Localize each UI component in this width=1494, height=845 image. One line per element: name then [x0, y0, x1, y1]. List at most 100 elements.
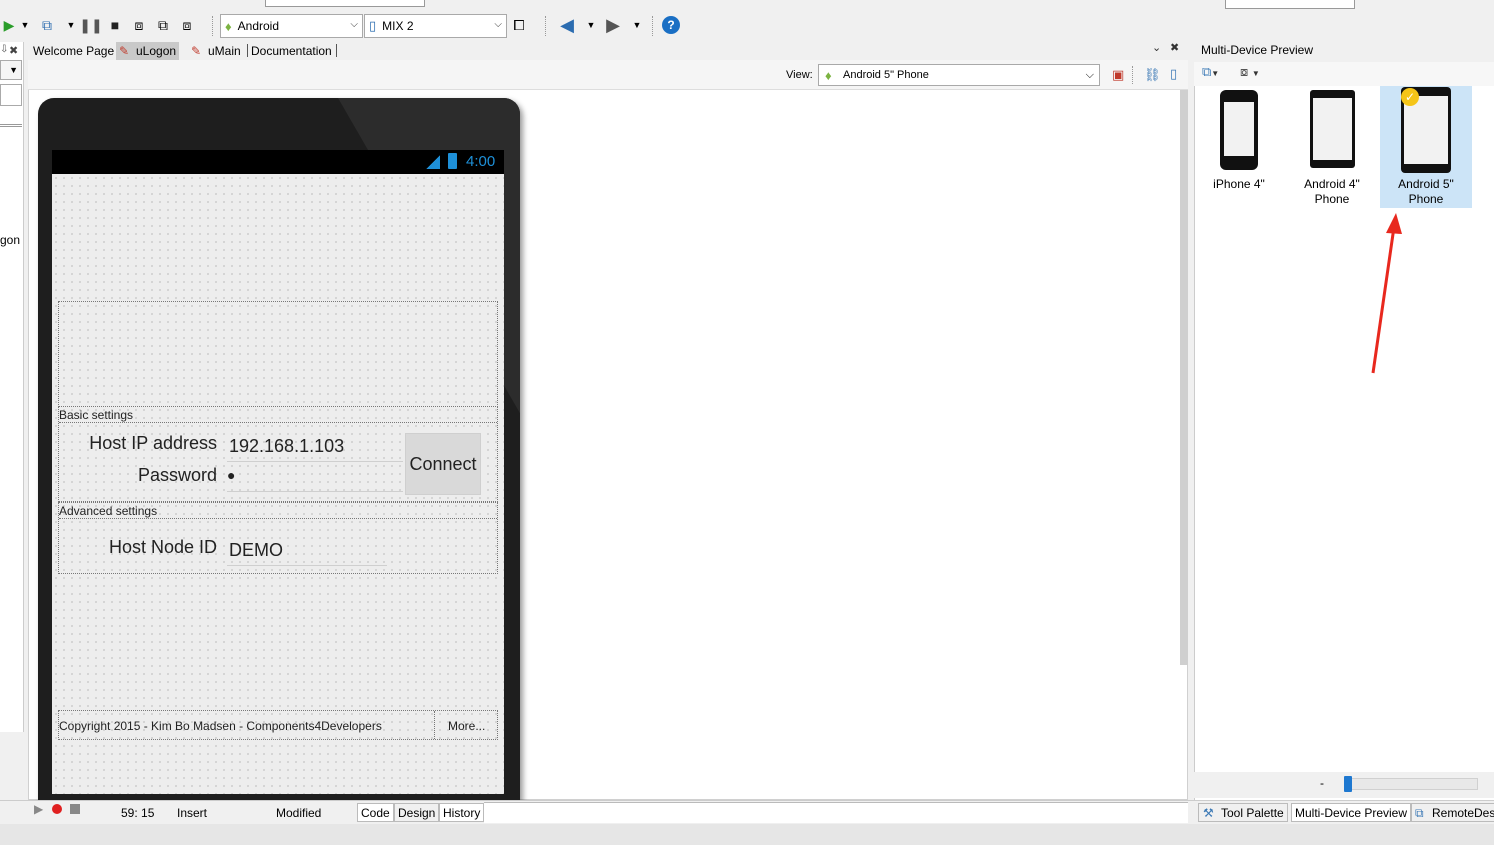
annotation-arrow [1371, 213, 1402, 374]
help-icon[interactable]: ? [662, 16, 680, 34]
password-input[interactable]: ● [227, 467, 235, 483]
iphone-thumbnail[interactable] [1220, 90, 1258, 170]
device-android4-line1: Android 4" [1304, 177, 1360, 191]
tab-welcome-page[interactable]: Welcome Page [30, 42, 117, 60]
back-dropdown-icon[interactable]: ▼ [582, 16, 600, 34]
device-select-value: MIX 2 [382, 19, 414, 33]
zoom-minus[interactable]: - [1320, 776, 1324, 790]
tab-remote[interactable]: ⧉ RemoteDes [1411, 803, 1494, 822]
remote-icon: ⧉ [1415, 806, 1424, 820]
window-bottom-edge [0, 824, 1494, 845]
view-bar: View: ♦ Android 5" Phone ⌵ ▣ ⛓ ▯ [28, 60, 1188, 90]
tab-umain-label: uMain [208, 44, 241, 58]
tab-remote-label: RemoteDes [1432, 806, 1494, 820]
chevron-down-icon: ⌵ [350, 19, 358, 30]
android4-thumb-screen [1313, 98, 1352, 160]
pin-icon[interactable]: ⇩ [0, 44, 8, 55]
close-icon[interactable]: ✖ [1170, 41, 1179, 54]
battery-icon [448, 153, 457, 169]
device-android4-label[interactable]: Android 4" Phone [1292, 177, 1372, 207]
forward-dropdown-icon[interactable]: ▼ [628, 16, 646, 34]
form-icon: ✎ [119, 44, 130, 58]
more-button[interactable]: More... [448, 719, 485, 733]
form-icon: ✎ [191, 44, 202, 58]
back-arrow-icon[interactable]: ◀ [558, 15, 576, 35]
footer-layout[interactable]: Copyright 2015 - Kim Bo Madsen - Compone… [58, 710, 498, 740]
step-icon[interactable]: ⧉ [38, 16, 56, 34]
android-status-bar: 4:00 [52, 150, 504, 174]
tab-ulogon[interactable]: ✎ uLogon [116, 42, 180, 60]
password-underline [227, 491, 403, 492]
tab-design[interactable]: Design [394, 803, 440, 822]
run-dropdown-icon[interactable]: ▼ [16, 16, 34, 34]
basic-settings-caption: Basic settings [59, 408, 134, 422]
panel-divider [0, 124, 22, 127]
layout-icon[interactable]: ⧇ ▼ [1240, 64, 1260, 80]
toolbar-separator [545, 16, 546, 36]
close-icon[interactable]: ✖ [9, 44, 18, 57]
view-select[interactable]: ♦ Android 5" Phone ⌵ [818, 64, 1100, 86]
tab-tool-palette-label: Tool Palette [1221, 806, 1284, 820]
form-canvas[interactable]: Basic settings Host IP address 192.168.1… [52, 174, 504, 818]
search-box-stub[interactable] [1225, 0, 1355, 9]
basic-settings-group[interactable]: Basic settings Host IP address 192.168.1… [58, 406, 498, 502]
add-view-icon[interactable]: ⧉▼ [1202, 64, 1219, 80]
host-ip-input[interactable]: 192.168.1.103 [229, 436, 344, 457]
forward-arrow-icon[interactable]: ▶ [604, 15, 622, 35]
android4-thumbnail[interactable] [1310, 90, 1355, 168]
stop-macro-icon[interactable] [70, 804, 80, 814]
step-dropdown-icon[interactable]: ▼ [62, 16, 80, 34]
play-macro-icon[interactable]: ▶ [34, 802, 43, 816]
advanced-settings-caption: Advanced settings [59, 504, 158, 518]
android-icon: ♦ [825, 68, 832, 83]
trace-into-icon[interactable]: ⧉ [154, 16, 172, 34]
editor-tabbar: Welcome Page ✎ uLogon ✎ uMain Documentat… [28, 40, 1188, 60]
header-layout[interactable] [58, 301, 498, 407]
panel-input[interactable] [0, 84, 22, 106]
preview-title: Multi-Device Preview [1201, 43, 1314, 57]
stop-icon[interactable]: ■ [106, 16, 124, 34]
toolbar-search-stub[interactable] [265, 0, 425, 7]
tab-divider [336, 44, 337, 57]
advanced-settings-group[interactable]: Advanced settings Host Node ID DEMO [58, 502, 498, 574]
host-ip-label: Host IP address [89, 433, 217, 453]
platform-select[interactable]: ♦ Android ⌵ [220, 14, 363, 38]
tab-history[interactable]: History [439, 803, 485, 822]
tab-code[interactable]: Code [357, 803, 394, 822]
device-android5-label[interactable]: Android 5" Phone [1385, 177, 1467, 207]
device-manager-icon[interactable]: ⧠ [510, 16, 528, 34]
orientation-icon[interactable]: ▯ [1170, 66, 1177, 82]
tab-ulogon-label: uLogon [136, 44, 177, 58]
link-view-icon[interactable]: ⛓ [1144, 67, 1161, 83]
view-label: View: [786, 69, 813, 81]
remove-view-icon[interactable]: ▣ [1112, 67, 1124, 83]
main-toolbar: ▶ ▼ ⧉ ▼ ❚❚ ■ ⧈ ⧉ ⧈ ♦ Android ⌵ ▯ MIX 2 ⌵… [0, 0, 1494, 42]
device-iphone-label[interactable]: iPhone 4" [1200, 177, 1278, 192]
step-over-icon[interactable]: ⧈ [130, 16, 148, 34]
zoom-slider-thumb[interactable] [1344, 776, 1352, 792]
password-label: Password [137, 465, 217, 485]
preview-toolbar: ⧉▼ ⧇ ▼ [1194, 62, 1494, 86]
group-divider [59, 518, 497, 519]
tab-tool-palette[interactable]: ⚒ Tool Palette [1198, 803, 1288, 822]
designer-scrollbar[interactable] [1180, 90, 1188, 665]
tool-palette-icon: ⚒ [1203, 806, 1214, 820]
host-ip-underline [227, 461, 403, 462]
pause-icon[interactable]: ❚❚ [79, 16, 102, 34]
check-badge-icon: ✓ [1401, 88, 1419, 106]
panel-dropdown[interactable]: ▼ [0, 60, 22, 80]
record-macro-icon[interactable] [52, 804, 62, 814]
tab-multi-device-preview[interactable]: Multi-Device Preview [1291, 803, 1412, 822]
view-select-value: Android 5" Phone [843, 69, 929, 81]
tab-list-icon[interactable]: ⌄ [1152, 41, 1161, 54]
run-to-cursor-icon[interactable]: ⧈ [178, 16, 196, 34]
tree-item-fragment[interactable]: gon [0, 233, 20, 247]
zoom-slider[interactable] [1344, 778, 1478, 790]
node-id-underline [227, 565, 387, 566]
device-select[interactable]: ▯ MIX 2 ⌵ [364, 14, 507, 38]
tab-umain[interactable]: ✎ uMain [188, 42, 244, 60]
connect-button[interactable]: Connect [405, 433, 481, 495]
node-id-input[interactable]: DEMO [229, 540, 283, 561]
device-iphone-line1: iPhone 4" [1213, 177, 1265, 191]
tab-documentation[interactable]: Documentation [248, 42, 335, 60]
